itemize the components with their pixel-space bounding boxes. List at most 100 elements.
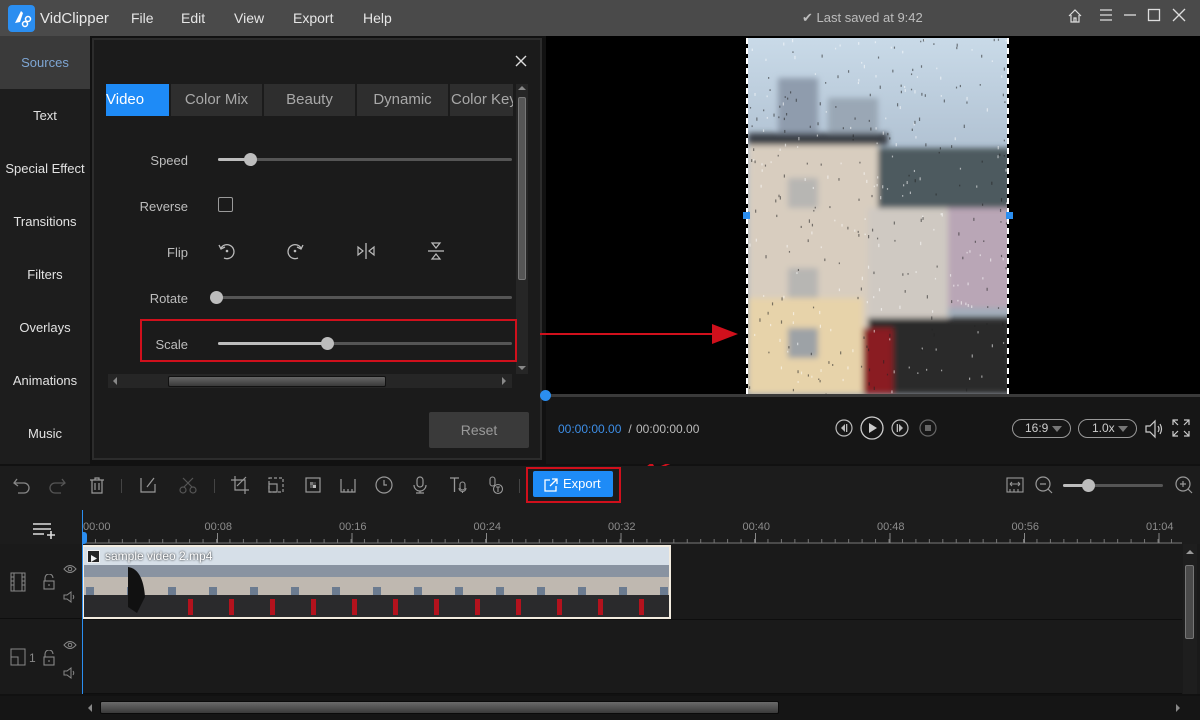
tab-video[interactable]: Video	[106, 84, 170, 116]
sidebar-item-animations[interactable]: Animations	[0, 354, 90, 407]
home-icon[interactable]	[1066, 8, 1084, 26]
scale-label: Scale	[155, 337, 188, 352]
panel-close-icon[interactable]	[514, 54, 528, 68]
voiceover-icon[interactable]	[410, 475, 430, 495]
volume-icon[interactable]	[1143, 418, 1165, 440]
export-button[interactable]: Export	[533, 471, 613, 497]
menu-export[interactable]: Export	[293, 10, 333, 26]
rotate-slider-thumb[interactable]	[210, 291, 223, 304]
sidebar-item-filters[interactable]: Filters	[0, 248, 90, 301]
zoom-out-icon[interactable]	[1034, 475, 1054, 495]
clip-thumbnail	[330, 547, 371, 617]
speed-slider-thumb[interactable]	[244, 153, 258, 166]
rotate-right-icon[interactable]	[284, 240, 306, 262]
playhead-handle[interactable]	[540, 390, 551, 401]
sidebar-item-special-effect[interactable]: Special Effect	[0, 142, 90, 195]
sidebar-item-transitions[interactable]: Transitions	[0, 195, 90, 248]
hamburger-menu-icon[interactable]	[1097, 8, 1115, 26]
video-clip[interactable]: sample video 2.mp4	[82, 545, 671, 619]
h-scroll-thumb[interactable]	[168, 376, 386, 387]
menu-edit[interactable]: Edit	[181, 10, 205, 26]
menu-file[interactable]: File	[131, 10, 154, 26]
undo-icon[interactable]	[12, 475, 32, 495]
timeline-ruler[interactable]: 00:00 00:08 00:16 00:24 00:32 00:40 00:48 00:56…	[82, 510, 1200, 544]
panel-horizontal-scrollbar[interactable]	[108, 374, 512, 388]
rotate-slider[interactable]	[210, 291, 512, 304]
close-icon[interactable]	[1170, 8, 1188, 26]
rotate-left-icon[interactable]	[216, 240, 238, 262]
resize-icon[interactable]	[266, 475, 286, 495]
redo-icon[interactable]	[47, 475, 67, 495]
track-audio-icon[interactable]	[63, 666, 77, 680]
timeline-v-scroll-thumb[interactable]	[1185, 565, 1194, 639]
scroll-left-icon[interactable]	[113, 377, 117, 385]
resize-handle-left[interactable]	[743, 212, 750, 219]
sidebar-item-overlays[interactable]: Overlays	[0, 301, 90, 354]
menu-view[interactable]: View	[234, 10, 264, 26]
flip-horizontal-icon[interactable]	[355, 240, 377, 262]
previous-frame-icon[interactable]	[835, 419, 853, 437]
playback-progress-track[interactable]	[546, 394, 1200, 397]
scroll-up-icon[interactable]	[518, 86, 526, 90]
scroll-left-icon[interactable]	[88, 704, 92, 712]
scroll-right-icon[interactable]	[502, 377, 506, 385]
timeline-horizontal-scrollbar[interactable]	[0, 696, 1200, 720]
zoom-in-icon[interactable]	[1174, 475, 1194, 495]
timeline-zoom-slider[interactable]	[1063, 479, 1163, 492]
timeline-vertical-scrollbar[interactable]	[1183, 544, 1197, 694]
speech-to-text-icon[interactable]	[485, 475, 505, 495]
lock-icon[interactable]	[42, 649, 56, 666]
freeze-frame-icon[interactable]	[338, 475, 358, 495]
track-divider	[82, 693, 1182, 694]
tab-color-mix[interactable]: Color Mix	[171, 84, 263, 116]
video-frame[interactable]	[746, 38, 1009, 394]
text-to-speech-icon[interactable]	[448, 475, 468, 495]
scroll-up-icon[interactable]	[1186, 550, 1194, 554]
menu-help[interactable]: Help	[363, 10, 392, 26]
visibility-icon[interactable]	[63, 637, 77, 649]
scroll-down-icon[interactable]	[518, 366, 526, 370]
fullscreen-icon[interactable]	[1171, 418, 1191, 438]
scroll-thumb[interactable]	[518, 97, 526, 280]
aspect-ratio-dropdown[interactable]: 16:9	[1012, 419, 1071, 438]
tab-beauty[interactable]: Beauty	[264, 84, 356, 116]
fit-timeline-icon[interactable]	[1005, 475, 1025, 495]
timeline-h-scroll-thumb[interactable]	[100, 701, 779, 714]
sidebar-item-text[interactable]: Text	[0, 89, 90, 142]
next-frame-icon[interactable]	[891, 419, 909, 437]
duration-icon[interactable]	[374, 475, 394, 495]
minimize-icon[interactable]	[1121, 8, 1139, 26]
lock-icon[interactable]	[42, 573, 56, 590]
video-track-header	[0, 544, 82, 619]
playback-speed-dropdown[interactable]: 1.0x	[1078, 419, 1137, 438]
scroll-right-icon[interactable]	[1176, 704, 1180, 712]
current-time: 00:00:00.00	[558, 422, 622, 436]
resize-handle-right[interactable]	[1006, 212, 1013, 219]
scale-slider[interactable]	[218, 337, 512, 350]
play-icon[interactable]	[860, 416, 884, 440]
mosaic-icon[interactable]	[303, 475, 323, 495]
split-icon[interactable]	[178, 475, 198, 495]
flip-vertical-icon[interactable]	[425, 240, 447, 262]
playhead-marker[interactable]	[82, 532, 87, 544]
track-audio-icon[interactable]	[63, 590, 77, 604]
maximize-icon[interactable]	[1145, 8, 1163, 26]
reset-button[interactable]: Reset	[429, 412, 529, 448]
timeline-zoom-thumb[interactable]	[1082, 479, 1095, 492]
tab-color-key[interactable]: Color Key	[450, 84, 514, 116]
speed-slider[interactable]	[218, 153, 512, 166]
sidebar-item-music[interactable]: Music	[0, 407, 90, 460]
sidebar-item-sources[interactable]: Sources	[0, 36, 90, 89]
tab-dynamic[interactable]: Dynamic	[357, 84, 449, 116]
panel-vertical-scrollbar[interactable]	[516, 84, 528, 374]
scale-slider-thumb[interactable]	[320, 337, 334, 350]
stop-icon[interactable]	[919, 419, 937, 437]
check-icon: ✔	[802, 10, 817, 25]
ruler-tick-label: 00:48	[877, 521, 905, 533]
add-track-icon[interactable]	[32, 522, 56, 540]
reverse-checkbox[interactable]	[218, 197, 233, 212]
edit-icon[interactable]	[138, 475, 158, 495]
delete-icon[interactable]	[87, 475, 107, 495]
crop-icon[interactable]	[230, 475, 250, 495]
visibility-icon[interactable]	[63, 561, 77, 573]
